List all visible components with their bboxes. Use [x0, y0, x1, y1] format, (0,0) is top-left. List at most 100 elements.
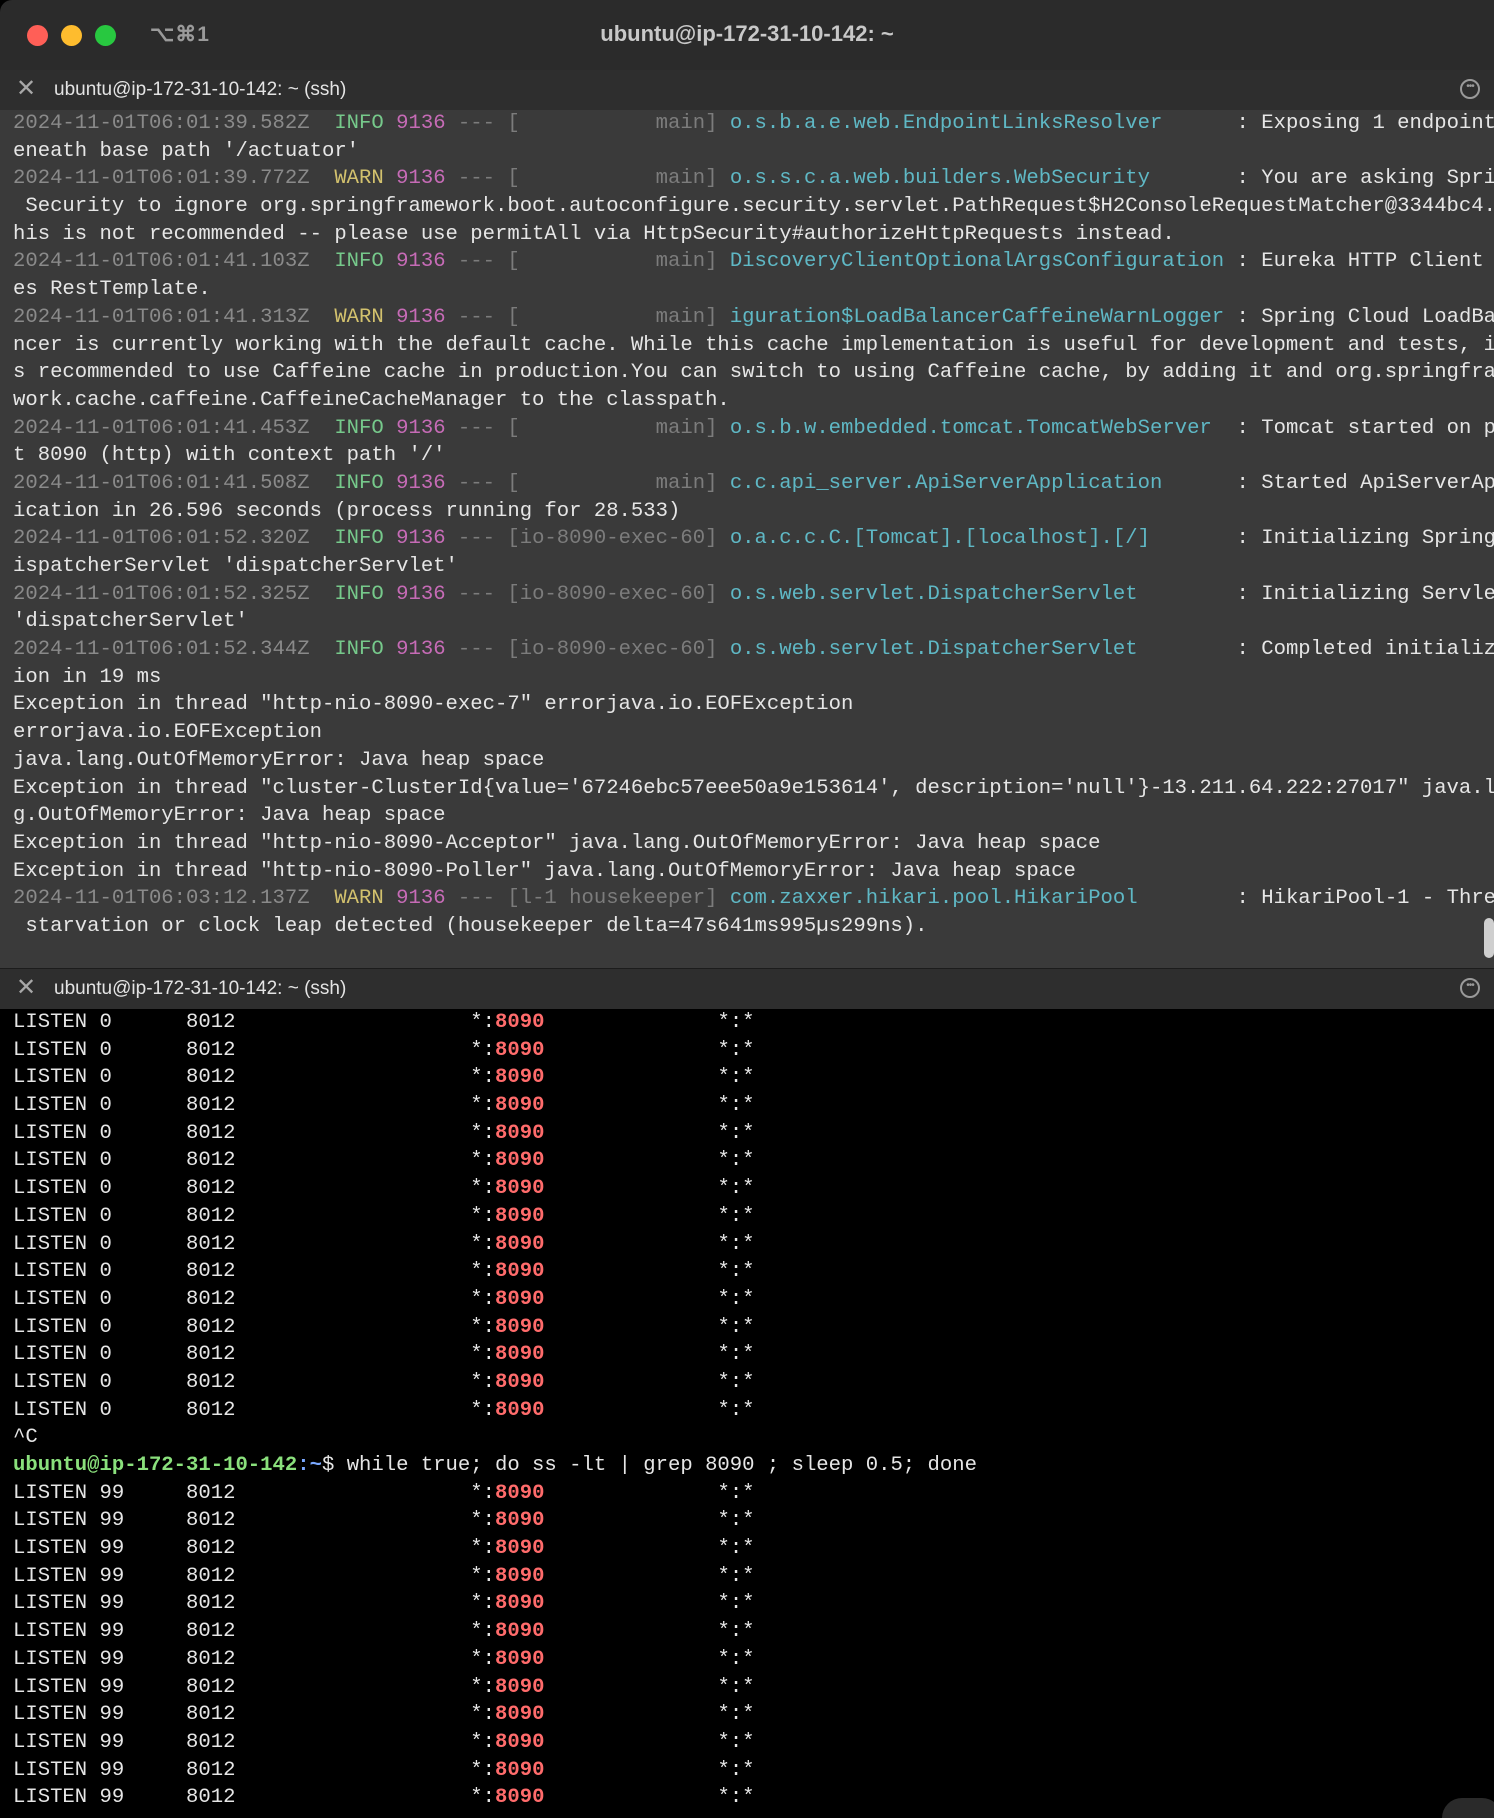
interrupt-text: ^C — [13, 1426, 38, 1450]
log-text: s recommended to use Caffeine cache in p… — [13, 361, 1494, 385]
log-level: INFO — [334, 582, 384, 606]
pane-bottom-output[interactable]: LISTEN 0 8012 *:8090 *:* LISTEN 0 8012 *:… — [0, 1009, 1494, 1818]
ss-recv-q: 0 — [99, 1287, 112, 1311]
ss-recv-q: 99 — [99, 1481, 125, 1505]
ss-local-port: 8090 — [495, 1509, 545, 1533]
ss-local-addr: *: — [470, 1094, 495, 1118]
ss-send-q: 8012 — [186, 1786, 236, 1810]
log-text: ication in 26.596 seconds (process runni… — [13, 499, 681, 523]
ss-local-addr: *: — [470, 1260, 495, 1284]
log-thread: --- [io-8090-exec-60] — [457, 638, 718, 662]
log-text: ncer is currently working with the defau… — [13, 333, 1494, 357]
ss-state: LISTEN — [13, 1564, 88, 1588]
log-logger: o.s.b.a.e.web.EndpointLinksResolver — [729, 112, 1225, 135]
close-icon[interactable]: ✕ — [16, 975, 36, 1001]
ss-row: LISTEN 99 8012 *:8090 *:* — [0, 1757, 1494, 1785]
ss-state: LISTEN — [13, 1232, 88, 1256]
ss-local-port: 8090 — [495, 1398, 545, 1422]
ss-local-addr: *: — [470, 1398, 495, 1422]
log-level: INFO — [334, 638, 384, 662]
ss-state: LISTEN — [13, 1011, 88, 1034]
title-bar[interactable]: ⌥⌘1 ubuntu@ip-172-31-10-142: ~ — [0, 0, 1494, 71]
ss-send-q: 8012 — [186, 1398, 236, 1422]
log-text: errorjava.io.EOFException — [13, 721, 322, 745]
ss-local-addr: *: — [470, 1121, 495, 1145]
ss-state: LISTEN — [13, 1703, 88, 1727]
log-message: : Tomcat started on por — [1224, 416, 1494, 440]
log-text: Security to ignore org.springframework.b… — [13, 195, 1494, 219]
ss-recv-q: 99 — [99, 1537, 125, 1561]
ss-peer-addr: *:* — [717, 1730, 755, 1754]
ss-row: LISTEN 0 8012 *:8090 *:* — [0, 1231, 1494, 1259]
ss-local-port: 8090 — [495, 1786, 545, 1810]
ss-local-port: 8090 — [495, 1370, 545, 1394]
ss-local-port: 8090 — [495, 1094, 545, 1118]
ss-state: LISTEN — [13, 1592, 88, 1616]
ss-state: LISTEN — [13, 1038, 88, 1062]
ss-send-q: 8012 — [186, 1675, 236, 1699]
ss-send-q: 8012 — [186, 1730, 236, 1754]
log-line: starvation or clock leap detected (house… — [0, 913, 1494, 941]
log-text: work.cache.caffeine.CaffeineCacheManager… — [13, 388, 730, 412]
ss-local-port: 8090 — [495, 1647, 545, 1671]
log-text: es RestTemplate. — [13, 278, 211, 302]
ss-local-port: 8090 — [495, 1730, 545, 1754]
pane-bottom-header[interactable]: ✕ ubuntu@ip-172-31-10-142: ~ (ssh) ••• — [0, 969, 1494, 1010]
log-text: Exception in thread "http-nio-8090-Polle… — [13, 859, 1076, 883]
ss-state: LISTEN — [13, 1730, 88, 1754]
ss-peer-addr: *:* — [717, 1287, 755, 1311]
ss-row: LISTEN 0 8012 *:8090 *:* — [0, 1092, 1494, 1120]
log-line: 2024-11-01T06:01:41.103Z INFO 9136 --- [… — [0, 248, 1494, 276]
log-line: Exception in thread "cluster-ClusterId{v… — [0, 775, 1494, 803]
log-logger: com.zaxxer.hikari.pool.HikariPool — [729, 887, 1225, 911]
ss-peer-addr: *:* — [717, 1703, 755, 1727]
ss-recv-q: 0 — [99, 1121, 112, 1145]
more-options-icon[interactable]: ••• — [1460, 79, 1480, 99]
ss-row: LISTEN 99 8012 *:8090 *:* — [0, 1646, 1494, 1674]
ss-row: LISTEN 0 8012 *:8090 *:* — [0, 1009, 1494, 1037]
log-line: ncer is currently working with the defau… — [0, 332, 1494, 360]
pane-top-output[interactable]: 2024-11-01T06:01:39.582Z INFO 9136 --- [… — [0, 110, 1494, 968]
log-logger: c.c.api_server.ApiServerApplication — [729, 471, 1225, 495]
terminal-window: ⌥⌘1 ubuntu@ip-172-31-10-142: ~ ✕ ubuntu@… — [0, 0, 1494, 1818]
ss-recv-q: 99 — [99, 1786, 125, 1810]
more-options-icon[interactable]: ••• — [1460, 978, 1480, 998]
ss-recv-q: 0 — [99, 1343, 112, 1367]
ss-local-port: 8090 — [495, 1758, 545, 1782]
ss-row: LISTEN 0 8012 *:8090 *:* — [0, 1120, 1494, 1148]
ss-local-port: 8090 — [495, 1537, 545, 1561]
ss-local-port: 8090 — [495, 1703, 545, 1727]
ss-recv-q: 99 — [99, 1730, 125, 1754]
log-message: : Initializing Spring D — [1224, 527, 1494, 551]
ss-recv-q: 99 — [99, 1509, 125, 1533]
ss-local-addr: *: — [470, 1786, 495, 1810]
ss-local-port: 8090 — [495, 1121, 545, 1145]
ss-state: LISTEN — [13, 1398, 88, 1422]
log-line: eneath base path '/actuator' — [0, 138, 1494, 166]
pane-top-header[interactable]: ✕ ubuntu@ip-172-31-10-142: ~ (ssh) ••• — [0, 70, 1494, 111]
ss-state: LISTEN — [13, 1647, 88, 1671]
prompt-sign: $ — [321, 1454, 347, 1477]
ss-recv-q: 0 — [99, 1066, 112, 1090]
ss-peer-addr: *:* — [717, 1647, 755, 1671]
ss-peer-addr: *:* — [717, 1177, 755, 1201]
ss-local-port: 8090 — [495, 1177, 545, 1201]
prompt-line: ubuntu@ip-172-31-10-142:~$ while true; d… — [0, 1452, 1494, 1480]
ss-recv-q: 0 — [99, 1370, 112, 1394]
log-line: 2024-11-01T06:01:41.453Z INFO 9136 --- [… — [0, 415, 1494, 443]
log-pid: 9136 — [396, 416, 446, 440]
ss-row: LISTEN 99 8012 *:8090 *:* — [0, 1729, 1494, 1757]
ss-peer-addr: *:* — [717, 1343, 755, 1367]
close-icon[interactable]: ✕ — [16, 76, 36, 102]
ss-send-q: 8012 — [186, 1370, 236, 1394]
log-logger: o.s.web.servlet.DispatcherServlet — [729, 582, 1225, 606]
pane-top-scrollbar[interactable] — [1484, 918, 1494, 958]
ss-peer-addr: *:* — [717, 1786, 755, 1810]
log-thread: --- [ main] — [457, 250, 718, 274]
pane-top-title: ubuntu@ip-172-31-10-142: ~ (ssh) — [54, 79, 347, 100]
ss-recv-q: 99 — [99, 1564, 125, 1588]
ss-local-addr: *: — [470, 1758, 495, 1782]
log-timestamp: 2024-11-01T06:01:52.344Z — [13, 638, 310, 662]
log-pid: 9136 — [396, 582, 446, 606]
ss-peer-addr: *:* — [717, 1121, 755, 1145]
